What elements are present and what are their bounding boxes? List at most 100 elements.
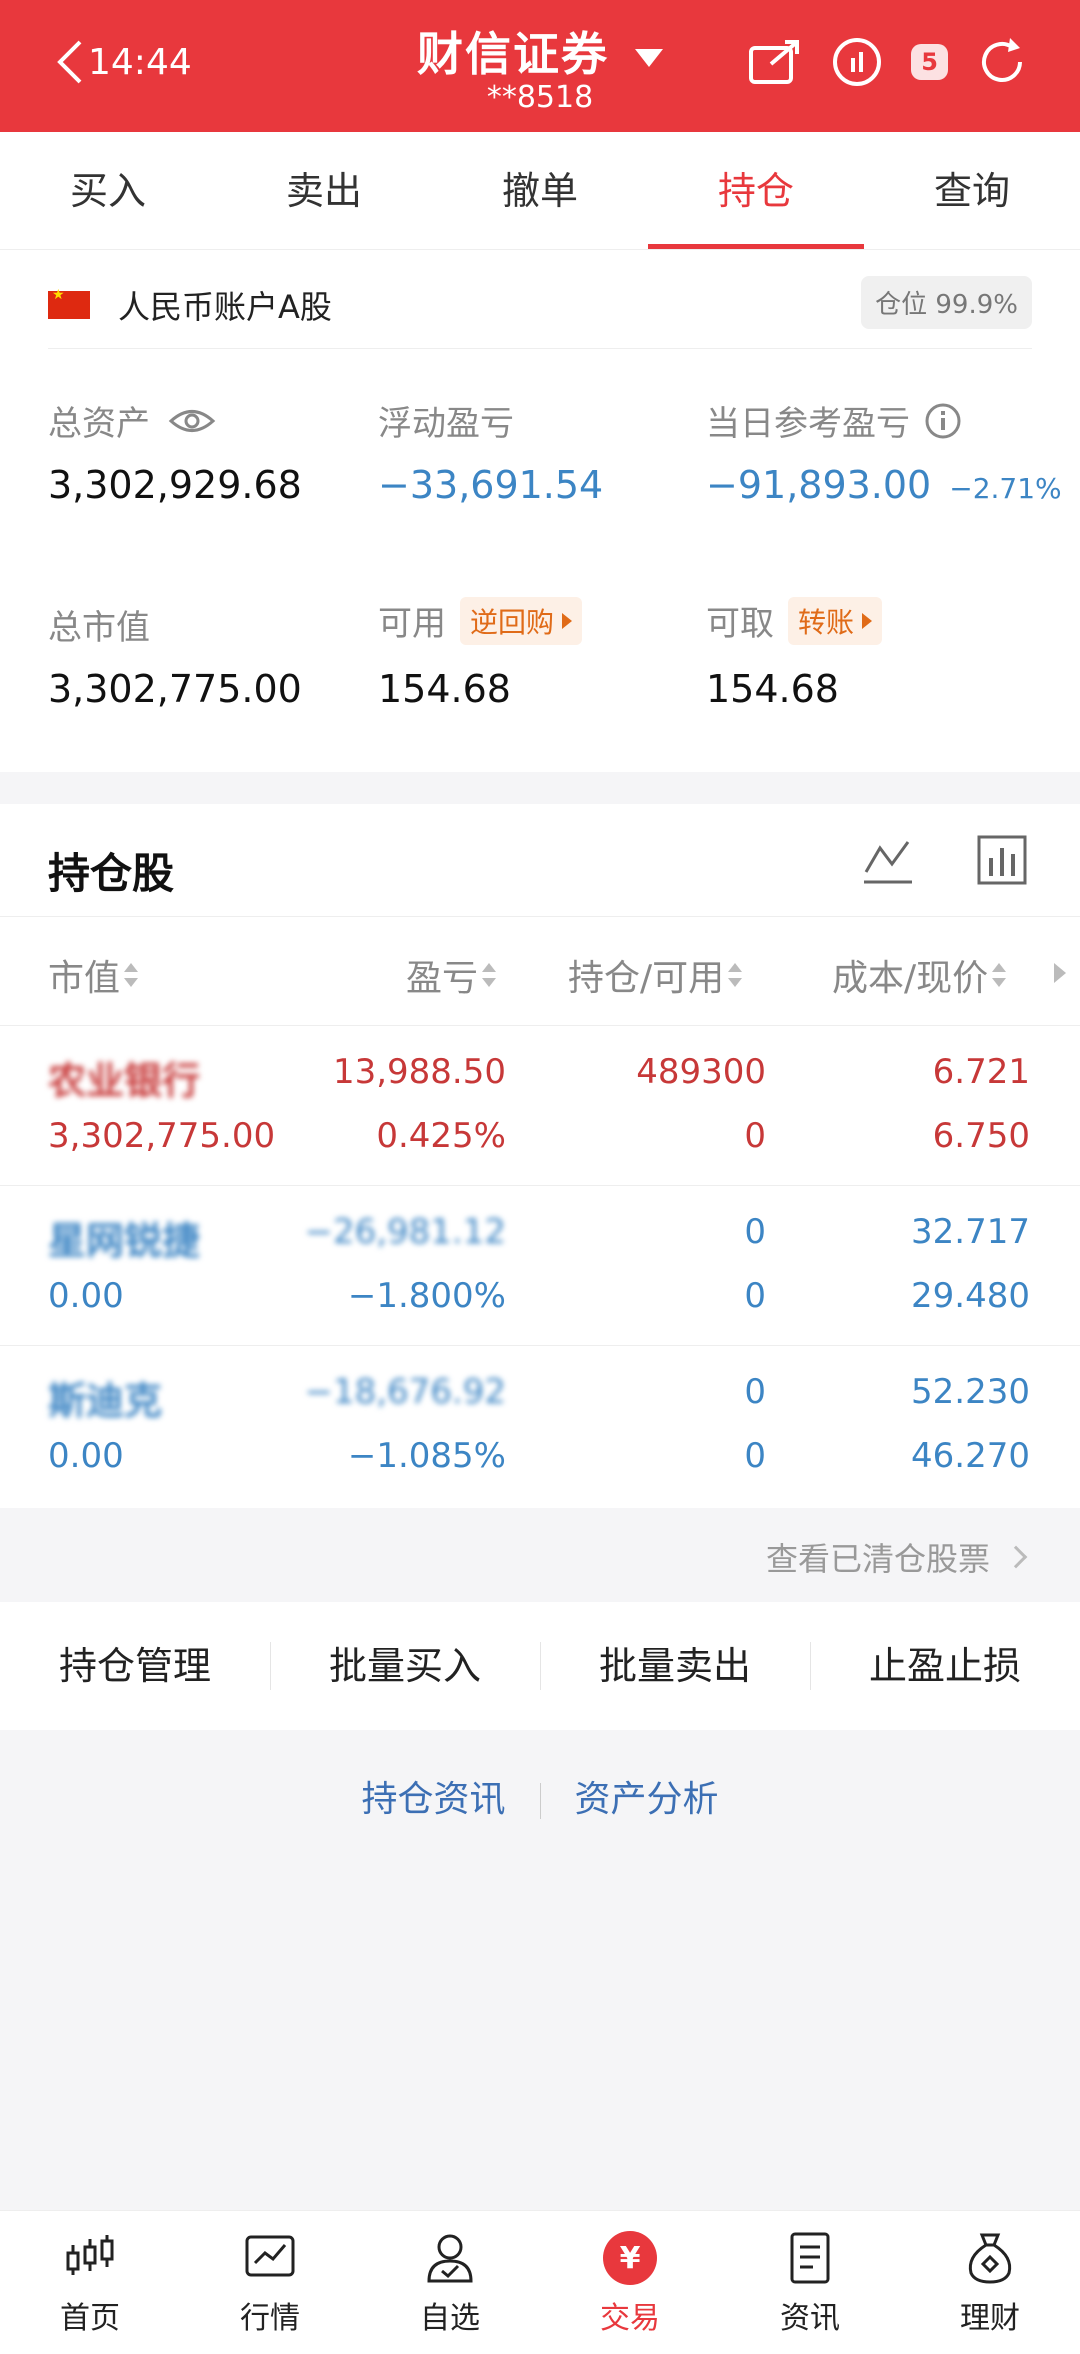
account-type[interactable]: 人民币账户A股 [48, 282, 332, 328]
trade-tabs: 买入 卖出 撤单 持仓 查询 [0, 132, 1080, 250]
col-cost-price-label: 成本/现价 [832, 958, 989, 999]
col-pl-label: 盈亏 [406, 958, 479, 999]
available-label: 可用 [378, 604, 446, 644]
caret-down-icon [635, 48, 663, 67]
nav-news[interactable]: 资讯 [720, 2211, 900, 2354]
reverse-repo-button[interactable]: 逆回购 [460, 596, 583, 645]
cleared-stocks-label: 查看已清仓股票 [765, 1540, 990, 1578]
stock-position: 489300 [636, 1052, 766, 1092]
manage-holdings-button[interactable]: 持仓管理 [0, 1602, 270, 1730]
stock-cost: 52.230 [911, 1372, 1030, 1412]
stock-position: 0 [744, 1372, 766, 1412]
china-flag-icon [48, 287, 90, 319]
withdrawable-funds: 可取 转账 154.68 [706, 596, 883, 711]
cleared-stocks-link[interactable]: 查看已清仓股票 [0, 1508, 1080, 1602]
batch-sell-button[interactable]: 批量卖出 [540, 1602, 810, 1730]
asset-analysis-link[interactable]: 资产分析 [541, 1770, 753, 1822]
stock-name: 农业银行 [48, 1059, 201, 1103]
market-value-label: 总市值 [48, 608, 150, 648]
daily-pl-label: 当日参考盈亏 [706, 404, 910, 444]
eye-icon[interactable] [168, 406, 216, 436]
stock-name: 斯迪克 [48, 1379, 163, 1423]
tab-buy[interactable]: 买入 [0, 132, 216, 249]
tab-query[interactable]: 查询 [864, 132, 1080, 249]
floating-pl: 浮动盈亏 −33,691.54 [378, 396, 603, 507]
document-icon [790, 2232, 830, 2284]
holdings-panel: 持仓股 市值 盈亏 持仓/可用 成本/现价 农业银行 3,302,775.00 … [0, 804, 1080, 1508]
nav-label: 理财 [960, 2301, 1020, 2336]
col-cost-price[interactable]: 成本/现价 [832, 949, 1007, 1001]
signal-icon[interactable] [829, 34, 885, 90]
line-chart-icon[interactable] [862, 834, 914, 886]
bar-chart-icon[interactable] [976, 834, 1028, 886]
stock-pl: −26,981.12 [304, 1212, 506, 1252]
total-assets: 总资产 3,302,929.68 [48, 396, 302, 507]
nav-watchlist[interactable]: 自选 [360, 2211, 540, 2354]
stock-market-value: 0.00 [48, 1436, 124, 1476]
nav-trade[interactable]: ¥ 交易 [540, 2211, 720, 2354]
play-arrow-icon [562, 612, 573, 629]
app-header: 14:44 财信证券 **8518 5 [0, 0, 1080, 132]
market-value: 总市值 3,302,775.00 [48, 600, 302, 711]
col-market-value[interactable]: 市值 [48, 949, 139, 1001]
play-arrow-icon [862, 612, 873, 629]
daily-pl-value: −91,893.00 [706, 463, 932, 507]
holdings-column-header: 市值 盈亏 持仓/可用 成本/现价 [0, 916, 1080, 1026]
stock-price: 29.480 [911, 1276, 1030, 1316]
sort-icon [124, 963, 139, 987]
account-type-label: 人民币账户A股 [118, 288, 332, 326]
tab-cancel[interactable]: 撤单 [432, 132, 648, 249]
col-position-label: 持仓/可用 [568, 958, 725, 999]
broker-title: 财信证券 [417, 27, 609, 81]
sort-icon [992, 963, 1007, 987]
daily-pl-percent: −2.71% [949, 472, 1062, 505]
withdrawable-value: 154.68 [706, 667, 839, 711]
share-icon[interactable] [747, 34, 803, 90]
stock-available: 0 [744, 1276, 766, 1316]
tab-holdings[interactable]: 持仓 [648, 132, 864, 249]
nav-label: 自选 [420, 2301, 480, 2336]
stock-price: 46.270 [911, 1436, 1030, 1476]
table-row[interactable]: 斯迪克 0.00 −18,676.92 −1.085% 0 0 52.230 4… [0, 1346, 1080, 1506]
tab-sell[interactable]: 卖出 [216, 132, 432, 249]
col-pl[interactable]: 盈亏 [406, 949, 497, 1001]
info-icon[interactable] [924, 402, 962, 440]
scroll-right-icon[interactable] [1054, 963, 1066, 983]
table-row[interactable]: 农业银行 3,302,775.00 13,988.50 0.425% 48930… [0, 1026, 1080, 1186]
stock-available: 0 [744, 1116, 766, 1156]
nav-market[interactable]: 行情 [180, 2211, 360, 2354]
stock-cost: 6.721 [932, 1052, 1030, 1092]
total-assets-label: 总资产 [48, 404, 150, 444]
stock-pl-percent: −1.085% [347, 1436, 506, 1476]
divider [48, 348, 1032, 349]
info-links: 持仓资讯 资产分析 [0, 1770, 1080, 1822]
holdings-news-link[interactable]: 持仓资讯 [327, 1770, 539, 1822]
chart-icon [245, 2235, 295, 2277]
col-market-value-label: 市值 [48, 958, 121, 999]
market-value-value: 3,302,775.00 [48, 667, 302, 711]
withdrawable-label: 可取 [706, 604, 774, 644]
table-row[interactable]: 星网锐捷 0.00 −26,981.12 −1.800% 0 0 32.717 … [0, 1186, 1080, 1346]
stock-price: 6.750 [932, 1116, 1030, 1156]
refresh-icon[interactable] [974, 34, 1030, 90]
batch-buy-button[interactable]: 批量买入 [270, 1602, 540, 1730]
col-position[interactable]: 持仓/可用 [568, 949, 743, 1001]
nav-wealth[interactable]: 理财 [900, 2211, 1080, 2354]
total-assets-value: 3,302,929.68 [48, 463, 302, 507]
nav-label: 首页 [60, 2301, 120, 2336]
stock-available: 0 [744, 1436, 766, 1476]
battery-badge: 5 [911, 44, 948, 80]
stock-pl-percent: −1.800% [347, 1276, 506, 1316]
stock-market-value: 0.00 [48, 1276, 124, 1316]
position-ratio-badge: 仓位 99.9% [861, 276, 1032, 329]
nav-label: 行情 [240, 2301, 300, 2336]
stock-name: 星网锐捷 [48, 1219, 201, 1263]
holding-actions: 持仓管理 批量买入 批量卖出 止盈止损 [0, 1602, 1080, 1730]
stop-profit-loss-button[interactable]: 止盈止损 [810, 1602, 1080, 1730]
transfer-button[interactable]: 转账 [788, 596, 883, 645]
nav-label: 资讯 [780, 2301, 840, 2336]
available-value: 154.68 [378, 667, 511, 711]
daily-pl: 当日参考盈亏 −91,893.00 −2.71% [706, 396, 1062, 507]
nav-home[interactable]: 首页 [0, 2211, 180, 2354]
reverse-repo-label: 逆回购 [470, 605, 555, 639]
